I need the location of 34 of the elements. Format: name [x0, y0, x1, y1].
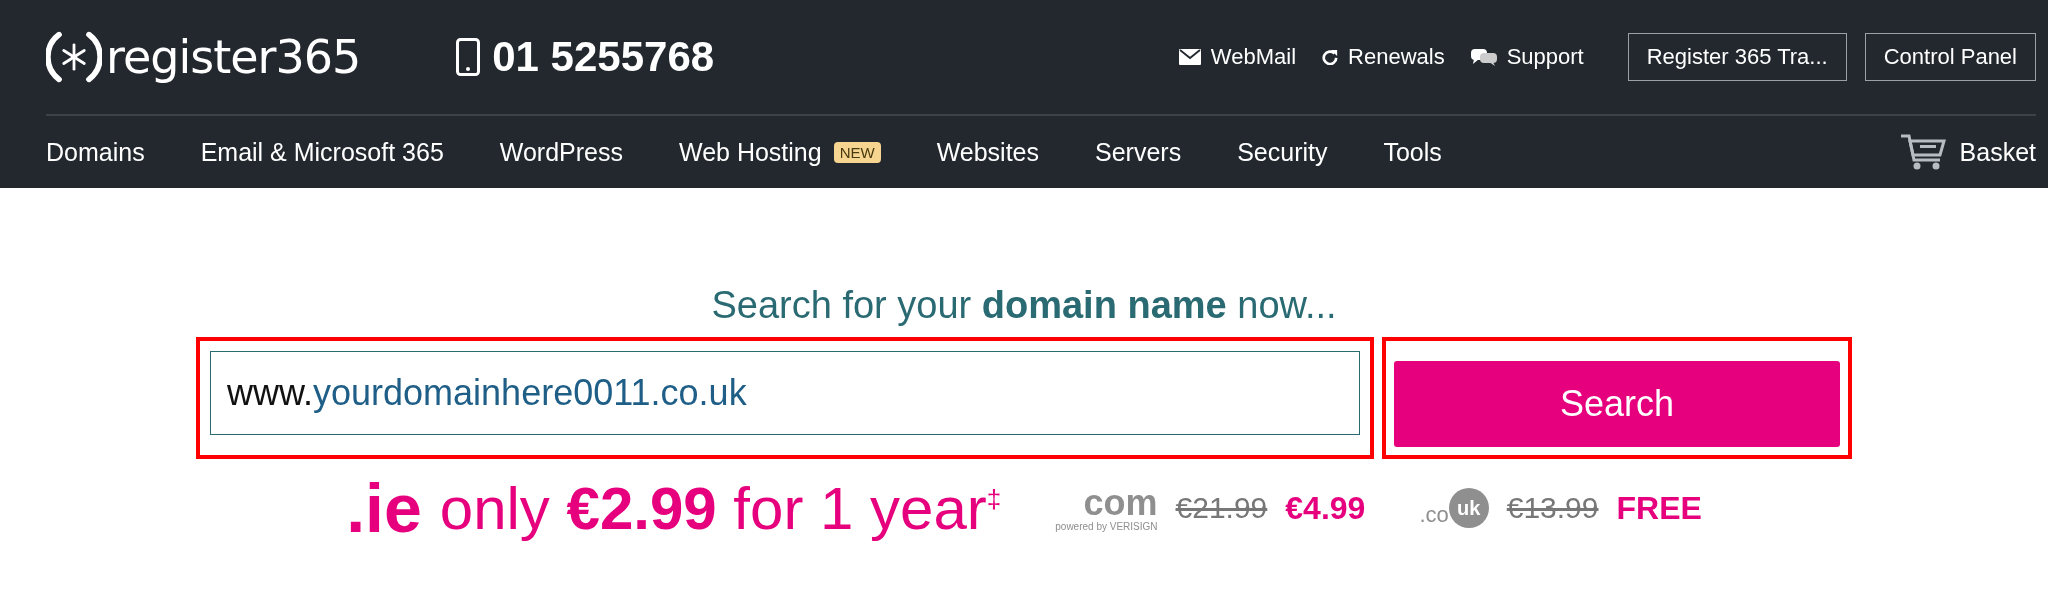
- offer-price: FREE: [1616, 489, 1702, 527]
- search-button[interactable]: Search: [1394, 361, 1840, 447]
- old-price: €13.99: [1506, 491, 1599, 525]
- search-heading: Search for your domain name now...: [711, 284, 1337, 327]
- basket-link[interactable]: Basket: [1959, 137, 2036, 167]
- brand-logo[interactable]: register365: [106, 30, 361, 84]
- nav-item[interactable]: Domains: [46, 137, 145, 167]
- header-button[interactable]: Register 365 Tra...: [1627, 33, 1847, 81]
- header-link[interactable]: Support: [1470, 44, 1584, 70]
- header-link[interactable]: WebMail: [1178, 44, 1297, 70]
- nav-item[interactable]: Email & Microsoft 365: [200, 137, 444, 167]
- offer-price: €4.99: [1285, 489, 1366, 527]
- speech-bubbles-icon: [1470, 47, 1497, 67]
- nav-item[interactable]: Tools: [1383, 137, 1442, 167]
- ie-offer-text: only €2.99 for 1 year$^{‡}$: [439, 473, 1002, 543]
- co-uk-domain-logo: .co uk: [1419, 488, 1489, 528]
- phone-number: 01 5255768: [492, 33, 715, 81]
- snowflake-logo-icon[interactable]: [46, 29, 102, 85]
- envelope-icon: [1178, 49, 1201, 65]
- nav-item[interactable]: Security: [1237, 137, 1328, 167]
- header-link[interactable]: Renewals: [1322, 44, 1445, 70]
- nav-item[interactable]: Web Hosting: [679, 137, 822, 167]
- ie-domain-logo: .ie: [346, 469, 422, 547]
- new-badge: NEW: [833, 141, 881, 163]
- header-button[interactable]: Control Panel: [1864, 33, 2036, 81]
- old-price: €21.99: [1175, 491, 1268, 525]
- refresh-icon: [1322, 49, 1339, 65]
- nav-item[interactable]: Servers: [1095, 137, 1182, 167]
- shopping-cart-icon[interactable]: [1899, 133, 1946, 171]
- domain-search-field[interactable]: www.yourdomainhere0011.co.uk: [210, 351, 1360, 435]
- mobile-phone-icon: [456, 38, 481, 76]
- com-domain-logo: com powered by VERISIGN: [1055, 484, 1158, 532]
- nav-item[interactable]: Websites: [936, 137, 1039, 167]
- nav-item[interactable]: WordPress: [499, 137, 623, 167]
